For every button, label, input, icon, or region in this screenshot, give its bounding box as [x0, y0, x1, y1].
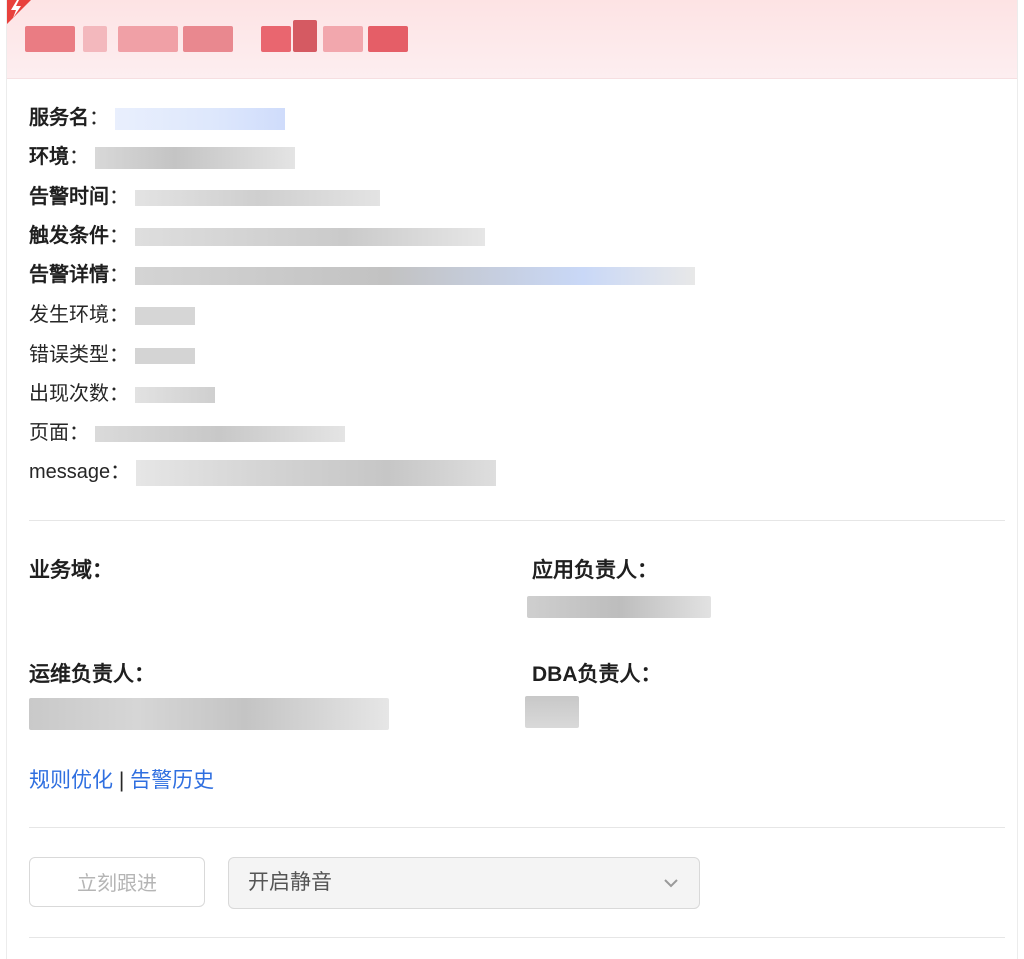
alert-header [7, 0, 1017, 79]
count-row: 出现次数： [29, 379, 215, 409]
app-owner-label: 应用负责人： [532, 559, 658, 582]
service-label: 服务名 [29, 107, 89, 129]
error-type-row: 错误类型： [29, 340, 195, 370]
colon: ： [109, 344, 129, 366]
alert-time-label: 告警时间 [29, 186, 109, 208]
colon: ： [109, 186, 129, 208]
alert-detail-label: 告警详情 [29, 264, 109, 286]
dba-owner-label: DBA负责人： [532, 663, 662, 686]
follow-up-button[interactable]: 立刻跟进 [29, 857, 205, 907]
ops-owner-value-redacted [29, 698, 389, 730]
colon: ： [69, 146, 89, 168]
divider [29, 937, 1005, 938]
env-row: 环境： [29, 142, 295, 172]
trigger-value-redacted [134, 227, 485, 246]
link-separator: | [113, 769, 131, 792]
message-row: message： [29, 457, 496, 487]
message-value-redacted [135, 459, 496, 486]
domain-label: 业务域： [29, 559, 113, 582]
dba-owner-value-redacted [525, 696, 579, 728]
page-label: 页面 [29, 422, 69, 444]
error-type-value-redacted [134, 347, 195, 364]
mute-select[interactable]: 开启静音 [228, 857, 700, 909]
alert-history-link[interactable]: 告警历史 [130, 769, 214, 792]
service-row: 服务名： [29, 103, 285, 133]
chevron-down-icon [664, 879, 678, 888]
alert-time-value-redacted [134, 189, 380, 206]
message-label: message [29, 461, 111, 483]
links-row: 规则优化 | 告警历史 [29, 766, 214, 796]
page-row: 页面： [29, 418, 345, 448]
count-value-redacted [134, 386, 215, 403]
ops-owner-label: 运维负责人： [29, 663, 155, 686]
rule-optimize-link[interactable]: 规则优化 [29, 769, 113, 792]
alert-detail-value-redacted [134, 266, 695, 285]
alert-time-row: 告警时间： [29, 182, 380, 212]
alert-card: 服务名： 环境： 告警时间： 触发条件： 告警详情： 发生环境： 错误类型： 出… [6, 0, 1018, 959]
colon: ： [109, 383, 129, 405]
trigger-label: 触发条件 [29, 225, 109, 247]
app-owner-value-redacted [527, 596, 711, 618]
colon: ： [110, 461, 131, 483]
service-value-redacted [114, 107, 285, 130]
colon: ： [109, 225, 129, 247]
divider [29, 827, 1005, 828]
mute-select-value: 开启静音 [248, 871, 332, 894]
colon: ： [89, 107, 109, 129]
alert-detail-row: 告警详情： [29, 260, 695, 290]
colon: ： [69, 422, 89, 444]
divider [29, 520, 1005, 521]
colon: ： [109, 264, 129, 286]
colon: ： [109, 304, 129, 326]
trigger-row: 触发条件： [29, 221, 485, 251]
count-label: 出现次数 [29, 383, 109, 405]
occur-env-value-redacted [134, 306, 195, 325]
occur-env-row: 发生环境： [29, 300, 195, 330]
env-value-redacted [94, 146, 295, 169]
env-label: 环境 [29, 146, 69, 168]
page-value-redacted [94, 425, 345, 442]
occur-env-label: 发生环境 [29, 304, 109, 326]
error-type-label: 错误类型 [29, 344, 109, 366]
